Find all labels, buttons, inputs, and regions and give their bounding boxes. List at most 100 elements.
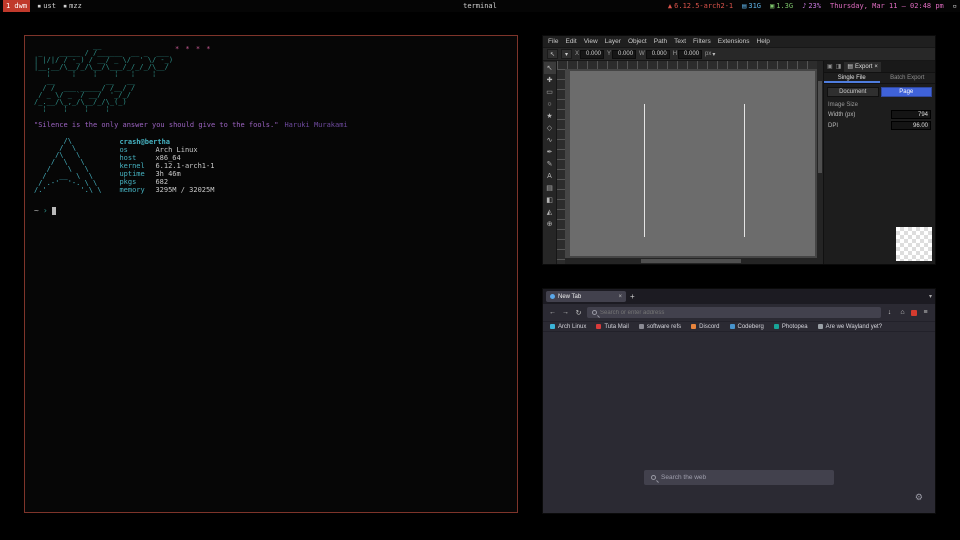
unit-label: px xyxy=(705,51,711,57)
spiral-tool-icon[interactable]: ∿ xyxy=(544,134,556,146)
forward-icon[interactable]: → xyxy=(561,309,570,316)
personalize-gear-icon[interactable]: ⚙ xyxy=(915,492,923,503)
vscroll-thumb[interactable] xyxy=(818,81,822,172)
tab-favicon xyxy=(550,294,555,299)
menu-object[interactable]: Object xyxy=(628,38,647,45)
workspace-tag-active[interactable]: 1 dwm xyxy=(3,0,30,12)
width-input[interactable]: 794 xyxy=(891,110,931,119)
url-input[interactable] xyxy=(600,310,876,316)
document-page[interactable] xyxy=(570,71,815,256)
fortune-quote: "Silence is the only answer you should g… xyxy=(34,121,508,129)
horizontal-ruler xyxy=(557,61,817,69)
shell-prompt[interactable]: ~ › xyxy=(34,206,508,215)
width-label: Width (px) xyxy=(828,112,855,118)
tab-batch-export[interactable]: Batch Export xyxy=(880,73,936,83)
export-tab-label: Export xyxy=(855,64,872,70)
workspace-ust[interactable]: ▪ ust xyxy=(37,2,56,10)
tab-new-tab[interactable]: New Tab × xyxy=(546,291,626,302)
menu-file[interactable]: File xyxy=(548,38,558,45)
adblock-extension-icon[interactable] xyxy=(911,310,917,316)
menu-filters[interactable]: Filters xyxy=(693,38,711,45)
bookmark-favicon xyxy=(639,324,644,329)
bookmark-arch-linux[interactable]: Arch Linux xyxy=(550,324,586,330)
dock-layout-icon[interactable]: ◨ xyxy=(836,63,842,70)
node-tool-icon[interactable]: ✚ xyxy=(544,74,556,86)
caret-down-icon: ▾ xyxy=(712,51,715,58)
canvas[interactable] xyxy=(557,61,817,264)
workspace-mzz[interactable]: ▪ mzz xyxy=(63,2,82,10)
export-tab[interactable]: ▤ Export × xyxy=(844,62,881,72)
bookmark-discord[interactable]: Discord xyxy=(691,324,719,330)
arch-icon: ▲ xyxy=(668,2,672,10)
menu-help[interactable]: Help xyxy=(757,38,770,45)
navigation-bar: ← → ↻ ↓ ⌂ ≡ xyxy=(543,304,935,321)
menu-layer[interactable]: Layer xyxy=(605,38,621,45)
tray-icon[interactable]: ▫ xyxy=(953,2,957,10)
selector-tool-icon[interactable]: ↖ xyxy=(544,62,556,74)
star-tool-icon[interactable]: ★ xyxy=(544,110,556,122)
web-search-box[interactable]: Search the web xyxy=(644,470,834,485)
kernel-module: ▲ 6.12.5-arch2-1 xyxy=(668,2,733,10)
pencil-tool-icon[interactable]: ✎ xyxy=(544,158,556,170)
connector-tool-icon[interactable]: ⊕ xyxy=(544,218,556,230)
unit-selector[interactable]: px ▾ xyxy=(705,51,715,58)
bookmark-are-we-wayland-yet[interactable]: Are we Wayland yet? xyxy=(818,324,882,330)
menu-icon[interactable]: ≡ xyxy=(921,309,930,316)
download-icon[interactable]: ↓ xyxy=(885,309,894,316)
dock-pin-icon[interactable]: ▣ xyxy=(827,63,833,70)
document-area-button[interactable]: Document xyxy=(827,87,879,97)
paintbucket-tool-icon[interactable]: ◭ xyxy=(544,206,556,218)
quote-text: "Silence is the only answer you should g… xyxy=(34,121,278,129)
status-bar: 1 dwm ▪ ust ▪ mzz terminal ▲ 6.12.5-arch… xyxy=(0,0,960,12)
tab-bar: New Tab × + ▾ xyxy=(543,289,935,304)
menu-text[interactable]: Text xyxy=(674,38,686,45)
pen-tool-icon[interactable]: ✒ xyxy=(544,146,556,158)
horizontal-scrollbar[interactable] xyxy=(565,258,817,264)
fetch-key: uptime xyxy=(119,170,155,178)
menu-path[interactable]: Path xyxy=(654,38,667,45)
refresh-icon[interactable]: ↻ xyxy=(574,309,583,317)
list-tabs-icon[interactable]: ▾ xyxy=(929,293,932,300)
menu-extensions[interactable]: Extensions xyxy=(718,38,750,45)
menu-edit[interactable]: Edit xyxy=(565,38,576,45)
fetch-row-memory: memory 3295M / 32025M xyxy=(119,186,214,194)
w-field: W 0.000 xyxy=(639,50,670,59)
ellipse-tool-icon[interactable]: ○ xyxy=(544,98,556,110)
dpi-input[interactable]: 96.00 xyxy=(891,121,931,130)
page-area-button[interactable]: Page xyxy=(881,87,933,97)
text-tool-icon[interactable]: A xyxy=(544,170,556,182)
bookmark-tuta-mail[interactable]: Tuta Mail xyxy=(596,324,628,330)
tab-close-icon[interactable]: × xyxy=(618,294,622,300)
gradient-tool-icon[interactable]: ▤ xyxy=(544,182,556,194)
tab-single-file[interactable]: Single File xyxy=(824,73,880,83)
terminal-window[interactable]: __ _ _____ / /______ __ _ ___ | |/|/ / -… xyxy=(24,35,518,513)
rectangle-tool-icon[interactable]: ▭ xyxy=(544,86,556,98)
dpi-label: DPI xyxy=(828,123,838,129)
selection-mode-button[interactable]: ↖ xyxy=(547,49,558,59)
url-bar[interactable] xyxy=(587,307,881,318)
menu-view[interactable]: View xyxy=(584,38,598,45)
fetch-row-kernel: kernel 6.12.1-arch1-1 xyxy=(119,162,214,170)
y-input[interactable]: 0.000 xyxy=(612,50,636,59)
export-tab-icon: ▤ xyxy=(847,63,853,70)
dropper-tool-icon[interactable]: ◧ xyxy=(544,194,556,206)
new-tab-button[interactable]: + xyxy=(630,292,635,301)
ascii-art-welcome-back: __ _ _____ / /______ __ _ ___ | |/|/ / -… xyxy=(34,43,508,113)
w-input[interactable]: 0.000 xyxy=(646,50,670,59)
h-input[interactable]: 0.000 xyxy=(678,50,702,59)
bookmark-codeberg[interactable]: Codeberg xyxy=(730,324,764,330)
home-icon[interactable]: ⌂ xyxy=(898,309,907,316)
close-icon[interactable]: × xyxy=(874,64,878,70)
bookmarks-bar: Arch Linux Tuta Mail software refs Disco… xyxy=(543,321,935,332)
back-icon[interactable]: ← xyxy=(548,309,557,316)
x-input[interactable]: 0.000 xyxy=(580,50,604,59)
drawn-line-2[interactable] xyxy=(744,104,745,237)
bookmark-software-refs[interactable]: software refs xyxy=(639,324,681,330)
drawn-line-1[interactable] xyxy=(644,104,645,237)
bookmark-photopea[interactable]: Photopea xyxy=(774,324,808,330)
hscroll-thumb[interactable] xyxy=(641,259,742,263)
disk-icon: ▤ xyxy=(742,2,746,10)
export-mode-tabs: Single File Batch Export xyxy=(824,73,935,84)
dropdown-caret-button[interactable]: ▾ xyxy=(561,49,572,59)
box3d-tool-icon[interactable]: ◇ xyxy=(544,122,556,134)
